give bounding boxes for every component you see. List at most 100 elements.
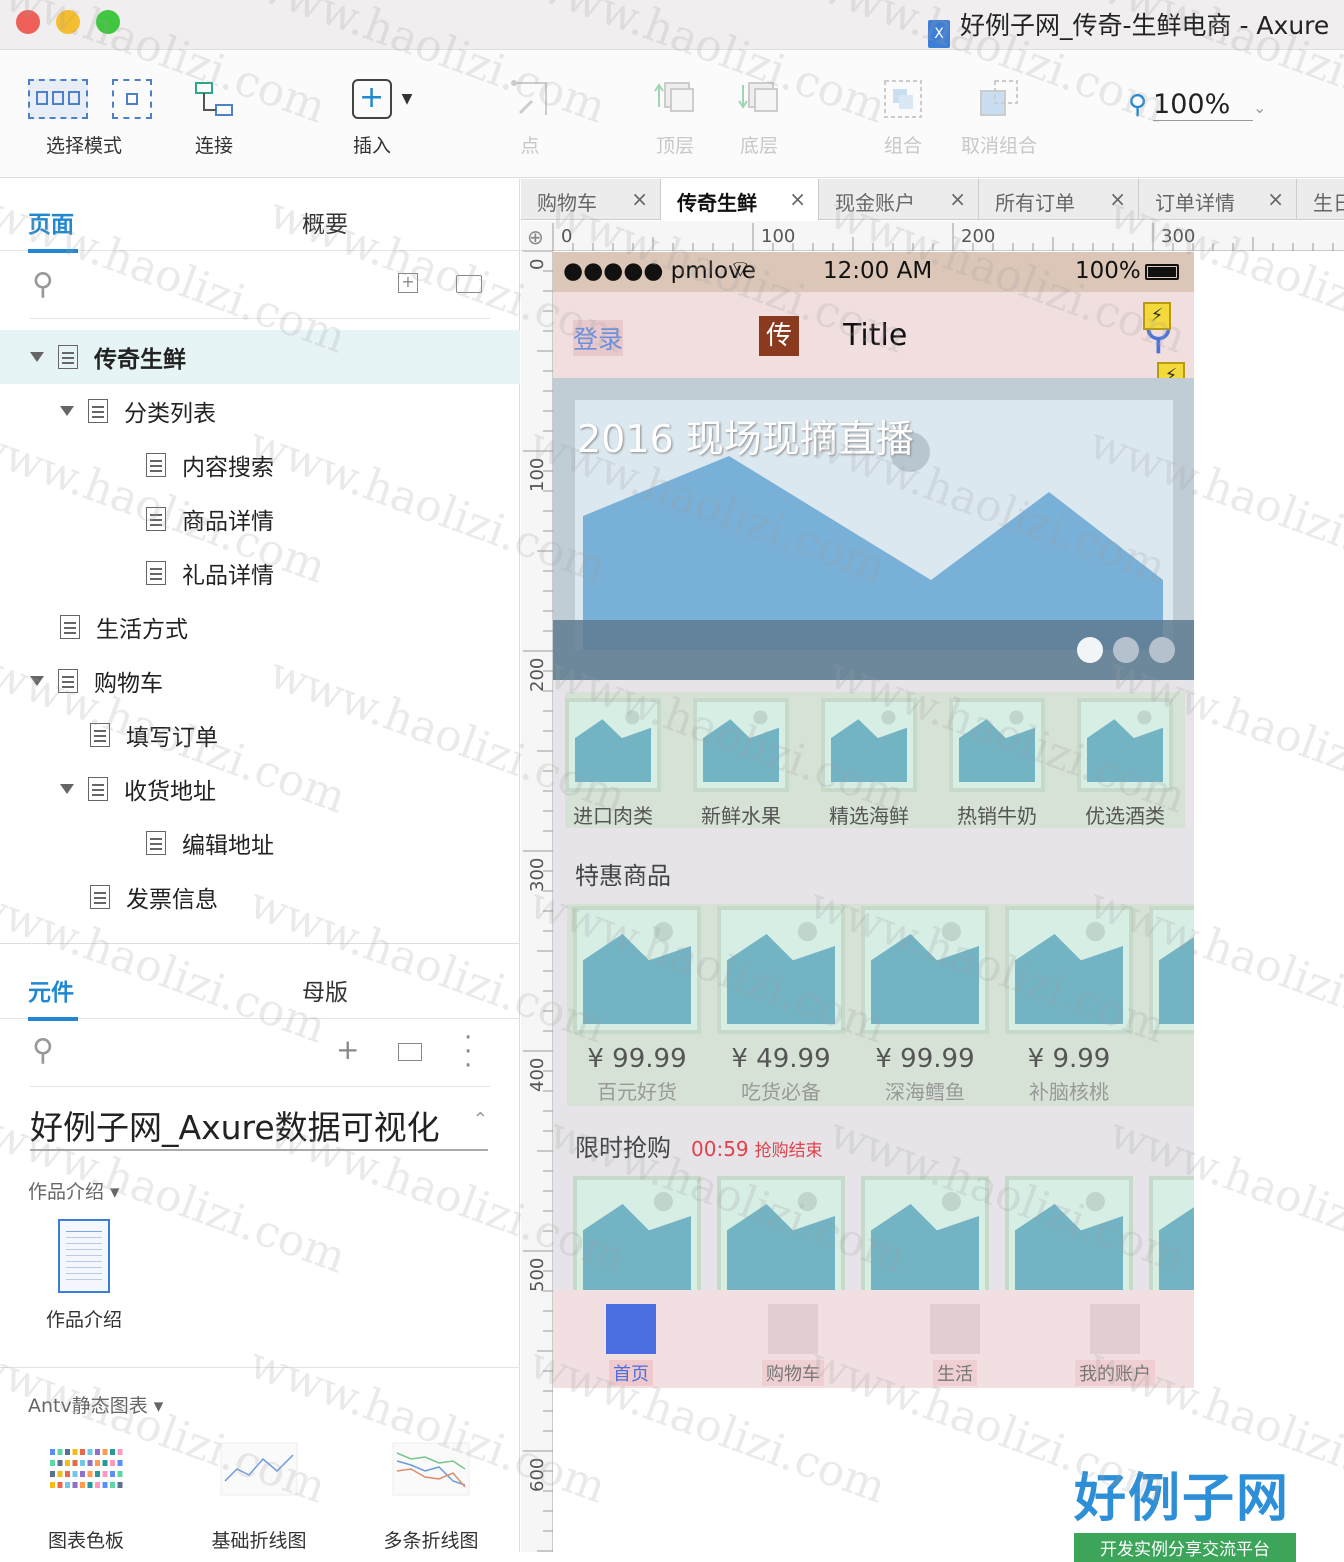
send-to-back-button[interactable]: 底层 <box>734 73 784 158</box>
category-item[interactable]: 热销牛奶 <box>949 698 1045 829</box>
expand-arrow-icon[interactable] <box>60 406 74 416</box>
tab-1[interactable]: 购物车 × <box>521 179 661 220</box>
connect-button[interactable]: 连接 <box>188 73 240 158</box>
tab-widgets[interactable]: 元件 <box>28 973 78 1021</box>
bottom-tab-1[interactable]: 首页 <box>591 1304 671 1386</box>
close-icon[interactable]: × <box>631 187 648 211</box>
palette-swatch <box>65 1449 70 1455</box>
page-tree-item[interactable]: 购物车 <box>30 654 163 708</box>
palette-swatch <box>50 1449 55 1455</box>
widget-item[interactable]: 多条折线图 <box>376 1441 486 1553</box>
carrier-text: ●●●●● pmlove <box>563 258 756 284</box>
tab-2[interactable]: 传奇生鲜 × <box>661 179 819 220</box>
insert-button[interactable]: + ▼ 插入 <box>344 73 420 158</box>
page-tree-item[interactable]: 商品详情 <box>146 492 274 546</box>
expand-arrow-icon[interactable] <box>30 676 44 686</box>
category-item[interactable]: 新鲜水果 <box>693 698 789 829</box>
category-item[interactable]: 优选酒类 <box>1077 698 1173 829</box>
bottom-tab-2[interactable]: 购物车 <box>753 1304 833 1386</box>
palette-swatch <box>110 1449 115 1455</box>
select-mode-button[interactable]: 选择模式 <box>24 73 164 158</box>
banner-carousel[interactable]: 2016 现场现摘直播 <box>553 378 1194 680</box>
close-icon[interactable]: × <box>789 187 806 211</box>
category-item[interactable]: 精选海鲜 <box>821 698 917 829</box>
close-icon[interactable]: × <box>1109 187 1126 211</box>
minimize-window-button[interactable] <box>56 10 80 34</box>
group-button[interactable]: 组合 <box>878 73 928 158</box>
page-icon <box>58 345 78 369</box>
expand-arrow-icon[interactable] <box>60 784 74 794</box>
tab-overview[interactable]: 概要 <box>302 205 348 239</box>
tab-6[interactable]: 生日 <box>1297 179 1344 220</box>
page-tree-item[interactable]: 传奇生鲜 <box>30 330 186 384</box>
page-icon <box>88 399 108 423</box>
close-icon[interactable]: × <box>949 187 966 211</box>
expand-arrow-icon[interactable] <box>30 352 44 362</box>
close-icon[interactable]: × <box>1267 187 1284 211</box>
multi-line-chart-thumbnail-icon <box>392 1442 470 1496</box>
search-icon[interactable]: ⚲ <box>32 267 54 302</box>
bring-to-front-button[interactable]: 顶层 <box>650 73 700 158</box>
point-label: 点 <box>520 135 540 157</box>
library-select[interactable]: 好例子网_Axure数据可视化 ⌃ <box>30 1101 488 1151</box>
page-tree-item[interactable]: 编辑地址 <box>146 816 274 870</box>
zoom-value[interactable]: 100% <box>1153 89 1254 121</box>
product-card[interactable]: ¥ 49.99 吃货必备 <box>717 906 845 1105</box>
page-tree-item[interactable]: 内容搜索 <box>146 438 274 492</box>
search-icon[interactable]: ⚲ <box>32 1033 54 1068</box>
category-item[interactable]: 进口肉类 <box>565 698 661 829</box>
category-label: 优选酒类 <box>1085 804 1165 828</box>
close-window-button[interactable] <box>16 10 40 34</box>
ungroup-button[interactable]: 取消组合 <box>956 73 1042 158</box>
bottom-tab-4[interactable]: 我的账户 <box>1075 1304 1155 1386</box>
flash-product-image-placeholder[interactable] <box>861 1176 989 1304</box>
page-tree-item[interactable]: 礼品详情 <box>146 546 274 600</box>
page-tree-item[interactable]: 生活方式 <box>60 600 188 654</box>
product-price: ¥ 99.99 <box>875 1044 975 1074</box>
product-card[interactable]: ¥ 99.99 深海鳕鱼 <box>861 906 989 1105</box>
flash-product-image-placeholder[interactable] <box>1005 1176 1133 1304</box>
tab-4[interactable]: 所有订单 × <box>979 179 1139 220</box>
product-name: 吃货必备 <box>741 1080 821 1104</box>
flash-product-image-placeholder[interactable] <box>717 1176 845 1304</box>
bottom-tab-3[interactable]: 生活 <box>915 1304 995 1386</box>
product-card[interactable]: ¥吃 <box>1149 906 1194 1105</box>
more-options-icon[interactable]: · · · <box>464 1025 472 1079</box>
login-link[interactable]: 登录 <box>573 320 624 356</box>
ungroup-label: 取消组合 <box>960 135 1037 157</box>
palette-swatch <box>50 1482 55 1488</box>
point-button[interactable]: 点 <box>504 73 556 158</box>
add-page-icon[interactable]: + <box>398 273 418 293</box>
category-label: 热销牛奶 <box>957 804 1037 828</box>
page-tree-item[interactable]: 发票信息 <box>90 870 218 924</box>
page-icon <box>90 723 110 747</box>
add-folder-icon[interactable] <box>456 275 482 293</box>
flash-product-image-placeholder[interactable] <box>1149 1176 1194 1304</box>
page-tree-item[interactable]: 填写订单 <box>90 708 218 762</box>
category-label: 新鲜水果 <box>701 804 781 828</box>
tab-pages[interactable]: 页面 <box>28 205 78 253</box>
insert-label: 插入 <box>352 135 391 157</box>
page-tree-item[interactable]: 收货地址 <box>60 762 216 816</box>
page-tree-item[interactable]: 分类列表 <box>60 384 216 438</box>
flash-product-image-placeholder[interactable] <box>573 1176 701 1304</box>
widget-item[interactable]: 作品介绍 <box>44 1219 124 1332</box>
widget-item[interactable]: 基础折线图 <box>204 1441 314 1553</box>
product-card[interactable]: ¥ 9.99 补脑核桃 <box>1005 906 1133 1105</box>
widget-group-header[interactable]: 作品介绍 ▾ <box>28 1177 120 1204</box>
widget-group-header[interactable]: Antv静态图表 ▾ <box>28 1391 163 1418</box>
palette-swatch <box>95 1471 100 1477</box>
palette-swatch <box>102 1471 108 1477</box>
library-window-icon[interactable] <box>398 1043 422 1061</box>
add-library-icon[interactable]: + <box>336 1033 359 1066</box>
product-card[interactable]: ¥ 99.99 百元好货 <box>573 906 701 1105</box>
divider <box>0 943 520 944</box>
bottom-tab-label: 我的账户 <box>1075 1360 1155 1386</box>
tab-5[interactable]: 订单详情 × <box>1139 179 1297 220</box>
widget-item[interactable]: 图表色板 <box>34 1441 138 1553</box>
zoom-window-button[interactable] <box>96 10 120 34</box>
page-tree-label: 填写订单 <box>126 725 218 751</box>
zoom-control[interactable]: ⚲ 100% ⌄ <box>1128 89 1266 121</box>
tab-3[interactable]: 现金账户 × <box>819 179 979 220</box>
tab-masters[interactable]: 母版 <box>302 973 348 1007</box>
